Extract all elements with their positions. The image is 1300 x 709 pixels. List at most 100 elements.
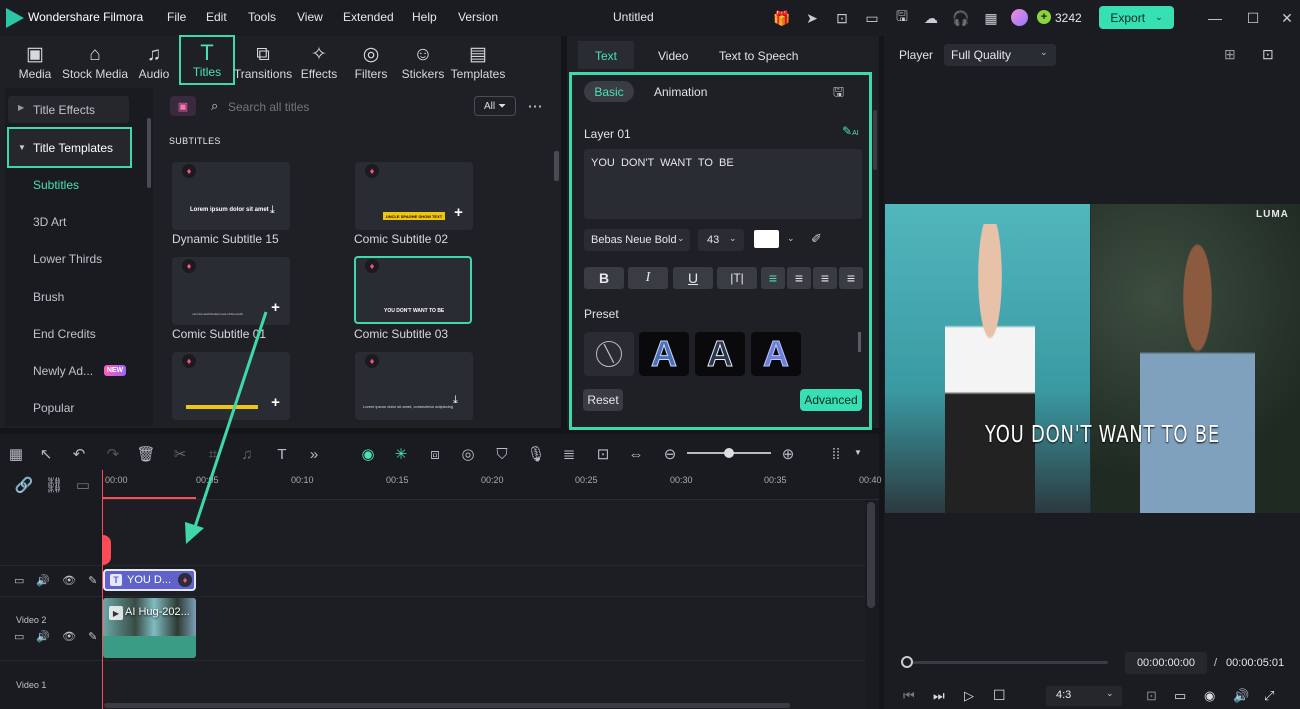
align-center-button[interactable]: ≡ — [787, 267, 811, 289]
undo-icon[interactable]: ↶ — [69, 444, 89, 464]
display-icon[interactable]: ▭ — [1174, 688, 1186, 704]
tool-stickers[interactable]: ☺ Stickers — [397, 40, 449, 84]
quality-dropdown[interactable]: Full Quality ⌄ — [944, 44, 1056, 66]
tool-filters[interactable]: ◎ Filters — [345, 40, 397, 84]
fit-icon[interactable]: ⇔ — [626, 444, 646, 464]
reset-button[interactable]: Reset — [583, 389, 623, 411]
sidebar-scrollbar[interactable] — [147, 118, 151, 188]
preset-neon-blue[interactable]: A — [751, 332, 801, 376]
menu-extended[interactable]: Extended — [343, 10, 394, 24]
cut-icon[interactable]: ✂ — [170, 444, 190, 464]
align-left-button[interactable]: ≡ — [761, 267, 785, 289]
title-card-comic-subtitle-01[interactable]: ♦ i am the world bottom text of the touc… — [172, 257, 290, 325]
snapshot-view-icon[interactable]: ⊡ — [1262, 46, 1274, 63]
add-icon[interactable]: + — [451, 204, 466, 221]
microphone-icon[interactable]: 🎙 — [526, 444, 546, 464]
menu-help[interactable]: Help — [412, 10, 437, 24]
folder-icon[interactable]: ▭ — [14, 630, 24, 643]
tool-templates[interactable]: ▤ Templates — [451, 40, 506, 84]
menu-tools[interactable]: Tools — [248, 10, 276, 24]
layout-icon[interactable]: ▦ — [6, 444, 26, 464]
track-add-icon[interactable]: ▭ — [73, 475, 93, 495]
preset-blue-outline[interactable]: A — [639, 332, 689, 376]
inspector-tab-text[interactable]: Text — [578, 41, 634, 69]
timeline-vertical-scrollbar[interactable] — [867, 502, 875, 608]
title-card-comic-subtitle-02[interactable]: ♦ UNCLE SPAGHE SHOW TEXT + — [355, 162, 473, 230]
library-scrollbar[interactable] — [554, 151, 559, 181]
chevron-down-icon[interactable]: ⌄ — [787, 233, 795, 244]
video-clip[interactable]: ▶ AI Hug-202... — [103, 598, 196, 658]
gift-icon[interactable]: 🎁 — [772, 8, 792, 28]
preset-silver-outline[interactable]: A — [695, 332, 745, 376]
title-clip[interactable]: T YOU D... ♦ — [103, 569, 196, 591]
ai-text-icon[interactable]: ✎AI — [842, 124, 859, 138]
search-input[interactable] — [228, 97, 458, 117]
speed-icon[interactable]: ◎ — [458, 444, 478, 464]
title-card[interactable]: ♦ Lorem ipsum dolor sit amet, consectetu… — [355, 352, 473, 420]
add-icon[interactable]: + — [268, 299, 283, 316]
eye-icon[interactable]: 👁 — [62, 630, 76, 643]
preset-none[interactable]: ╲ — [584, 332, 634, 376]
minimize-icon[interactable]: — — [1205, 8, 1225, 28]
monitor-icon[interactable]: ▭ — [862, 8, 882, 28]
preview-canvas[interactable]: LUMA YOU DON'T WANT TO BE — [885, 204, 1300, 513]
underline-button[interactable]: U — [673, 267, 713, 289]
tool-stock-media[interactable]: ⌂ Stock Media — [60, 40, 130, 84]
auto-enhance-icon[interactable]: ⧈ — [425, 444, 445, 464]
stop-icon[interactable]: ☐ — [993, 687, 1006, 704]
select-tool-icon[interactable]: ↖ — [36, 444, 56, 464]
title-card-dynamic-subtitle-15[interactable]: ♦ Lorem ipsum dolor sit amet ⤓ — [172, 162, 290, 230]
playhead[interactable] — [102, 470, 103, 709]
folder-icon[interactable]: ▭ — [14, 574, 24, 587]
preset-scrollbar[interactable] — [858, 332, 861, 352]
grid-view-icon[interactable]: ⊞ — [1224, 46, 1236, 63]
sidebar-item-end-credits[interactable]: End Credits — [33, 327, 96, 341]
eye-icon[interactable]: 👁 — [62, 574, 76, 587]
audio-mix-icon[interactable]: ≣ — [559, 444, 579, 464]
volume-icon[interactable]: 🔊 — [36, 574, 50, 587]
letter-spacing-button[interactable]: |T| — [717, 267, 757, 289]
menu-file[interactable]: File — [167, 10, 186, 24]
fullscreen-icon[interactable]: ⤢ — [1264, 688, 1274, 704]
save-preset-icon[interactable]: 🖫 — [833, 83, 844, 105]
sidebar-item-brush[interactable]: Brush — [33, 290, 64, 304]
prev-frame-icon[interactable]: ⏮ — [903, 688, 915, 704]
font-dropdown[interactable]: Bebas Neue Bold ⌄ — [584, 229, 690, 251]
advanced-button[interactable]: Advanced — [800, 389, 862, 411]
title-card-comic-subtitle-03[interactable]: ♦ YOU DON'T WANT TO BE — [354, 256, 472, 324]
media-replace-icon[interactable]: ⊡ — [593, 444, 613, 464]
aspect-ratio-dropdown[interactable]: 4:3 ⌄ — [1046, 686, 1122, 706]
eyedropper-icon[interactable]: ✐ — [811, 231, 822, 247]
volume-icon[interactable]: 🔊 — [36, 630, 50, 643]
headset-icon[interactable]: 🎧 — [951, 8, 971, 28]
step-forward-icon[interactable]: ⏭ — [933, 688, 945, 704]
inspector-scrollbar[interactable] — [873, 110, 877, 170]
inspector-tab-text-to-speech[interactable]: Text to Speech — [719, 49, 798, 63]
title-text-input[interactable] — [584, 149, 862, 219]
text-color-swatch[interactable] — [754, 230, 779, 248]
zoom-out-icon[interactable]: ⊖ — [660, 444, 680, 464]
tool-titles[interactable]: T Titles — [179, 35, 235, 85]
menu-version[interactable]: Version — [458, 10, 498, 24]
audio-edit-icon[interactable]: ♫ — [237, 444, 257, 464]
subtab-animation[interactable]: Animation — [654, 85, 707, 99]
tool-effects[interactable]: ✧ Effects — [293, 40, 345, 84]
close-icon[interactable]: ✕ — [1277, 8, 1297, 28]
sidebar-item-title-effects[interactable]: ▶ Title Effects — [8, 96, 129, 123]
chain-icon[interactable]: ⛓ — [44, 475, 64, 495]
ai-mate-icon[interactable]: ◉ — [358, 444, 378, 464]
delete-icon[interactable]: 🗑 — [136, 444, 156, 464]
sidebar-item-3d-art[interactable]: 3D Art — [33, 215, 66, 229]
tool-media[interactable]: ▣ Media — [9, 40, 61, 84]
shield-icon[interactable]: ⛉ — [492, 444, 512, 464]
more-tools-icon[interactable]: » — [304, 444, 324, 464]
marker-icon[interactable]: ⊡ — [1146, 688, 1157, 704]
italic-button[interactable]: I — [628, 267, 668, 289]
avatar[interactable] — [1011, 9, 1028, 26]
inspector-tab-video[interactable]: Video — [658, 49, 688, 63]
media-download-icon[interactable]: ⊡ — [832, 8, 852, 28]
zoom-slider-handle[interactable] — [724, 448, 734, 458]
redo-icon[interactable]: ↷ — [103, 444, 123, 464]
premium-filter-icon[interactable]: ▣ — [170, 96, 196, 116]
align-right-button[interactable]: ≡ — [813, 267, 837, 289]
